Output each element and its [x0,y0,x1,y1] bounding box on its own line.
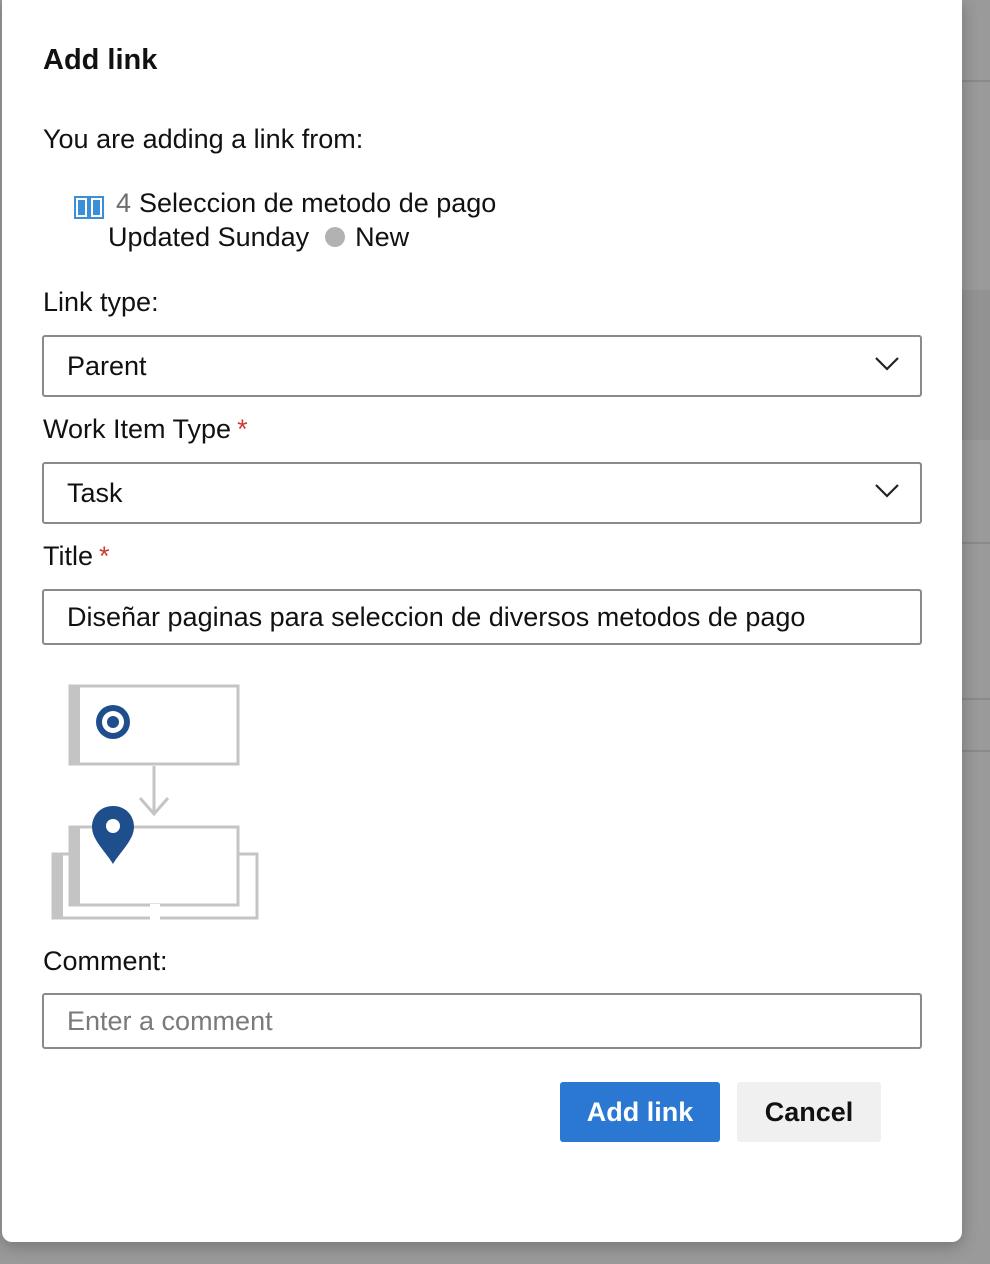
work-item-updated: Updated Sunday [108,222,310,252]
title-label: Title * [43,541,110,572]
work-item-type-label-text: Work Item Type [43,414,232,444]
background-divider [960,750,990,752]
cancel-button[interactable]: Cancel [737,1082,881,1142]
background-band [960,290,990,440]
link-type-label: Link type: [43,287,159,317]
add-link-button[interactable]: Add link [560,1082,720,1142]
book-icon [74,196,104,219]
state-indicator-dot [325,227,346,247]
background-divider [960,542,990,544]
comment-input[interactable] [44,995,920,1047]
link-type-value: Parent [67,351,147,381]
chevron-down-icon [875,357,899,371]
work-item-id: 4 [116,188,132,218]
work-item-state: New [355,222,410,252]
work-item-type-label: Work Item Type * [43,414,248,445]
from-label: You are adding a link from: [43,124,364,154]
required-asterisk: * [237,414,248,444]
title-input[interactable] [44,591,920,643]
dialog-title: Add link [43,44,158,76]
background-divider [960,80,990,82]
work-item-type-dropdown[interactable]: Task [42,462,922,524]
required-asterisk: * [99,541,110,571]
background-divider [960,698,990,700]
work-item-title[interactable]: Seleccion de metodo de pago [139,188,496,218]
parent-link-diagram [51,684,259,920]
comment-label: Comment: [43,946,168,976]
chevron-down-icon [875,484,899,498]
link-type-dropdown[interactable]: Parent [42,335,922,397]
arrow-down-icon [138,766,170,817]
add-link-dialog: Add link You are adding a link from: 4 Se… [2,0,962,1242]
title-field[interactable] [42,589,922,645]
target-icon [96,705,130,739]
work-item-type-value: Task [67,478,123,508]
comment-field[interactable] [42,993,922,1049]
title-label-text: Title [43,541,94,571]
